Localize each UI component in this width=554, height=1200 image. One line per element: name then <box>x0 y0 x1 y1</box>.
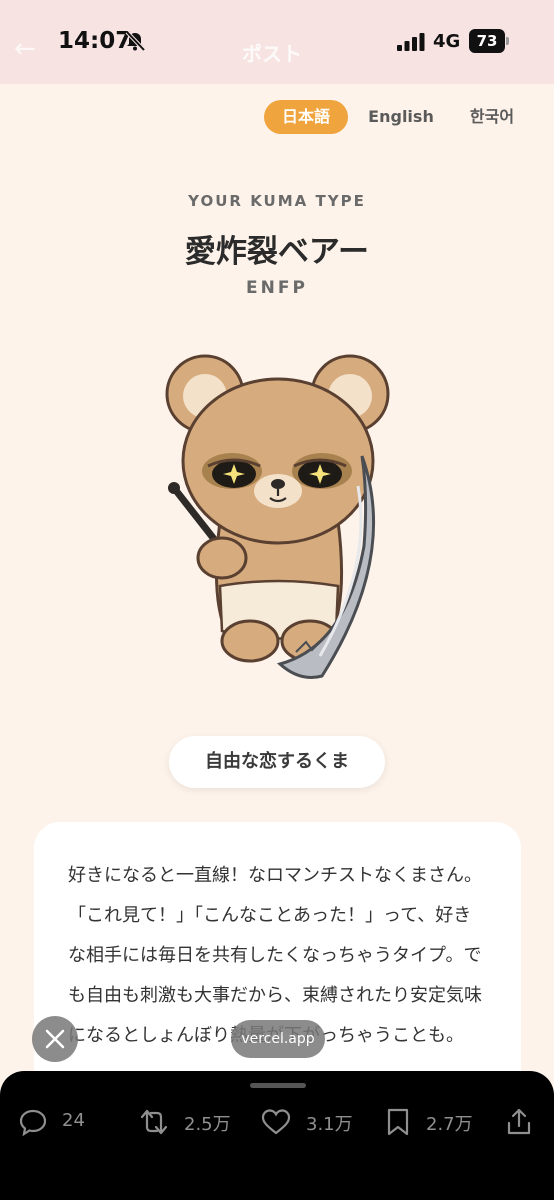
status-bar: ← ポスト 14:07 4G 73 <box>0 0 554 84</box>
post-action-bar: 24 2.5万 3.1万 2.7万 <box>0 1071 554 1200</box>
status-time: 14:07 <box>58 28 132 54</box>
drag-handle[interactable] <box>250 1083 306 1088</box>
type-title: 愛炸裂ベアー <box>184 234 370 270</box>
close-browser-button[interactable] <box>32 1016 78 1062</box>
battery-level: 73 <box>469 29 505 53</box>
bear-with-scythe-illustration <box>165 354 390 679</box>
repost-button[interactable]: 2.5万 <box>138 1107 248 1137</box>
back-arrow-icon[interactable]: ← <box>14 34 36 64</box>
signal-icon <box>397 33 425 51</box>
close-icon <box>45 1029 65 1049</box>
repost-icon <box>140 1109 168 1135</box>
browser-domain-pill[interactable]: vercel.app <box>231 1020 325 1058</box>
network-type: 4G <box>433 31 461 52</box>
type-tag-chip: 自由な恋するくま <box>169 736 385 788</box>
like-button[interactable]: 3.1万 <box>260 1107 370 1137</box>
type-code: ENFP <box>246 278 308 298</box>
bookmark-button[interactable]: 2.7万 <box>384 1107 494 1137</box>
share-button[interactable] <box>504 1107 534 1137</box>
battery-icon: 73 <box>469 29 509 53</box>
background-post-title: ポスト <box>242 42 302 66</box>
bell-muted-icon <box>125 30 146 52</box>
share-icon <box>507 1108 531 1135</box>
heart-icon <box>261 1109 291 1135</box>
lang-tab-korean[interactable]: 한국어 <box>460 100 524 134</box>
like-count: 3.1万 <box>306 1114 353 1135</box>
bookmark-count: 2.7万 <box>426 1114 473 1135</box>
reply-button[interactable]: 24 <box>18 1107 98 1137</box>
lang-tab-japanese[interactable]: 日本語 <box>264 100 348 134</box>
reply-count: 24 <box>62 1110 85 1131</box>
repost-count: 2.5万 <box>184 1114 231 1135</box>
lang-tab-english[interactable]: English <box>362 100 440 134</box>
reply-icon <box>19 1109 47 1137</box>
type-eyebrow: YOUR KUMA TYPE <box>188 192 366 210</box>
bookmark-icon <box>387 1108 409 1136</box>
